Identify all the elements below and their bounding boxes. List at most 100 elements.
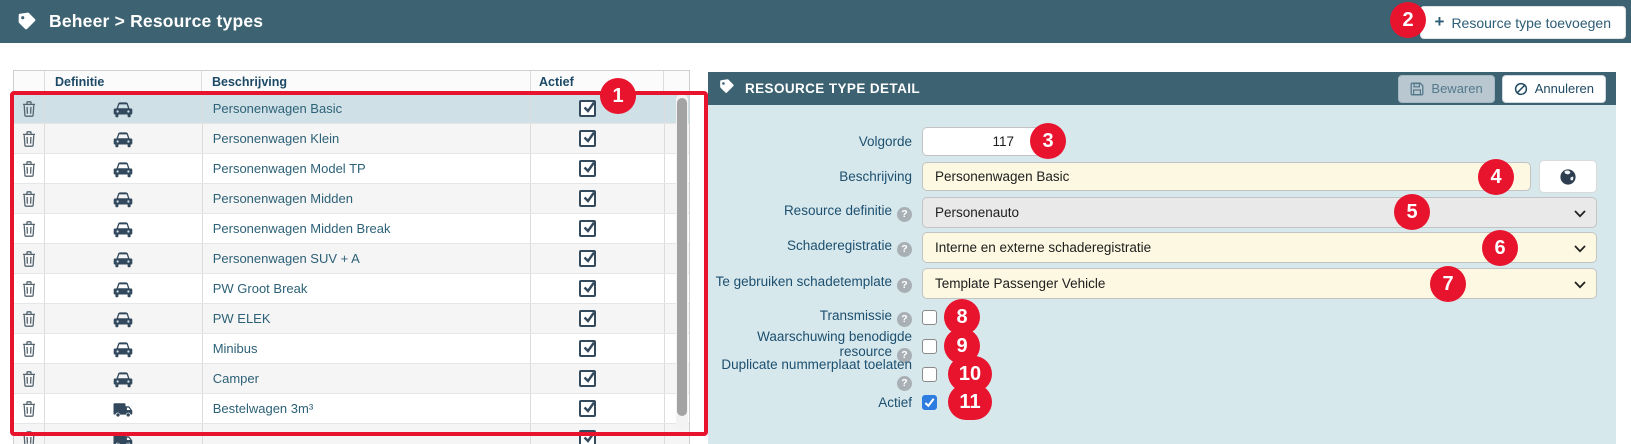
- plus-icon: +: [1434, 11, 1445, 31]
- col-gutter: [664, 71, 688, 93]
- vehicle-icon: [45, 304, 203, 333]
- actief-checkbox[interactable]: [579, 340, 597, 357]
- table-row[interactable]: Personenwagen Model TP: [14, 154, 689, 184]
- delete-icon[interactable]: [14, 214, 45, 243]
- actief-checkbox[interactable]: [579, 280, 597, 297]
- actief-checkbox[interactable]: [579, 250, 597, 267]
- table-row[interactable]: Minibus: [14, 334, 689, 364]
- delete-icon[interactable]: [14, 184, 45, 213]
- table-row[interactable]: Personenwagen SUV + A: [14, 244, 689, 274]
- delete-icon[interactable]: [14, 424, 45, 444]
- volgorde-input[interactable]: [922, 126, 1041, 156]
- actief-checkbox[interactable]: [579, 220, 597, 237]
- table-row[interactable]: Personenwagen Basic: [14, 94, 689, 124]
- vehicle-icon: [45, 394, 203, 423]
- schadetemplate-select[interactable]: Template Passenger Vehicle: [922, 268, 1597, 299]
- row-beschrijving: Personenwagen Midden: [203, 184, 532, 213]
- volgorde-label: Volgorde?: [858, 133, 912, 149]
- table-header-row: Definitie Beschrijving Actief: [14, 71, 689, 94]
- actief-checkbox[interactable]: [579, 160, 597, 177]
- actief-checkbox[interactable]: [579, 100, 597, 117]
- cancel-icon: [1514, 82, 1528, 96]
- vehicle-icon: [45, 334, 203, 363]
- delete-icon[interactable]: [14, 154, 45, 183]
- vehicle-icon: [45, 274, 203, 303]
- add-resource-type-button[interactable]: + Resource type toevoegen: [1419, 6, 1626, 39]
- schadetemplate-label: Te gebruiken schadetemplate?: [708, 274, 912, 293]
- table-row[interactable]: Personenwagen Klein: [14, 124, 689, 154]
- help-icon: ?: [897, 242, 912, 257]
- vehicle-icon: [45, 364, 203, 393]
- tag-icon: [718, 78, 735, 100]
- chevron-down-icon: [1574, 281, 1586, 289]
- help-icon: ?: [897, 376, 912, 391]
- schaderegistratie-select[interactable]: Interne en externe schaderegistratie: [922, 232, 1597, 263]
- row-beschrijving: Personenwagen Basic: [203, 94, 532, 123]
- delete-icon[interactable]: [14, 274, 45, 303]
- table-row[interactable]: [14, 424, 689, 444]
- tag-icon: [16, 11, 37, 32]
- vehicle-icon: [45, 244, 203, 273]
- resource-types-page: Beheer > Resource types + Resource type …: [0, 0, 1631, 444]
- cancel-button[interactable]: Annuleren: [1501, 74, 1606, 103]
- delete-icon[interactable]: [14, 94, 45, 123]
- resource-types-table: Definitie Beschrijving Actief Personenwa…: [13, 70, 690, 444]
- vehicle-icon: [45, 94, 203, 123]
- resource-definitie-select[interactable]: Personenauto: [922, 197, 1597, 228]
- row-beschrijving: Camper: [203, 364, 532, 393]
- duplicate-nummerplaat-checkbox[interactable]: [922, 366, 937, 382]
- schaderegistratie-label: Schaderegistratie?: [708, 238, 912, 257]
- table-scrollbar[interactable]: [676, 94, 688, 431]
- chevron-down-icon: [1574, 245, 1586, 253]
- transmissie-checkbox[interactable]: [922, 309, 937, 325]
- floppy-icon: [1410, 82, 1424, 96]
- resource-type-detail-panel: RESOURCE TYPE DETAIL Bewaren Annuleren V…: [708, 72, 1616, 444]
- actief-checkbox[interactable]: [579, 430, 597, 444]
- detail-title: RESOURCE TYPE DETAIL: [745, 81, 921, 96]
- delete-icon[interactable]: [14, 244, 45, 273]
- beschrijving-input[interactable]: [922, 162, 1531, 191]
- actief-checkbox[interactable]: [579, 190, 597, 207]
- actief-checkbox[interactable]: [579, 400, 597, 417]
- delete-icon[interactable]: [14, 304, 45, 333]
- globe-icon: [1559, 168, 1577, 186]
- row-beschrijving: [203, 424, 532, 444]
- beschrijving-label: Beschrijving?: [839, 169, 912, 184]
- row-beschrijving: Personenwagen Midden Break: [203, 214, 532, 243]
- save-button[interactable]: Bewaren: [1398, 74, 1495, 103]
- table-row[interactable]: PW Groot Break: [14, 274, 689, 304]
- table-row[interactable]: Bestelwagen 3m³: [14, 394, 689, 424]
- top-header-bar: Beheer > Resource types + Resource type …: [0, 0, 1631, 43]
- table-row[interactable]: PW ELEK: [14, 304, 689, 334]
- add-resource-type-label: Resource type toevoegen: [1451, 14, 1611, 31]
- actief-form-checkbox[interactable]: [922, 394, 937, 410]
- table-row[interactable]: Personenwagen Midden Break: [14, 214, 689, 244]
- page-title: Beheer > Resource types: [49, 11, 264, 31]
- delete-icon[interactable]: [14, 124, 45, 153]
- detail-header: RESOURCE TYPE DETAIL Bewaren Annuleren: [708, 72, 1616, 105]
- table-body: Personenwagen Basic Personenwagen Klein …: [14, 94, 689, 444]
- actief-checkbox[interactable]: [579, 310, 597, 327]
- col-actief: Actief: [531, 71, 664, 93]
- delete-icon[interactable]: [14, 364, 45, 393]
- help-icon: ?: [897, 278, 912, 293]
- scrollbar-thumb[interactable]: [677, 98, 687, 416]
- table-row[interactable]: Personenwagen Midden: [14, 184, 689, 214]
- delete-icon[interactable]: [14, 394, 45, 423]
- vehicle-icon: [45, 154, 203, 183]
- resource-definitie-label: Resource definitie?: [708, 203, 912, 222]
- translate-button[interactable]: [1539, 160, 1597, 193]
- vehicle-icon: [45, 124, 203, 153]
- col-beschrijving: Beschrijving: [202, 71, 531, 93]
- col-definitie: Definitie: [45, 71, 202, 93]
- vehicle-icon: [45, 184, 203, 213]
- actief-label: Actief?: [878, 394, 912, 410]
- actief-checkbox[interactable]: [579, 370, 597, 387]
- table-row[interactable]: Camper: [14, 364, 689, 394]
- delete-icon[interactable]: [14, 334, 45, 363]
- row-beschrijving: Bestelwagen 3m³: [203, 394, 532, 423]
- waarschuwing-checkbox[interactable]: [922, 338, 937, 354]
- help-icon: ?: [897, 207, 912, 222]
- actief-checkbox[interactable]: [579, 130, 597, 147]
- vehicle-icon: [45, 424, 203, 444]
